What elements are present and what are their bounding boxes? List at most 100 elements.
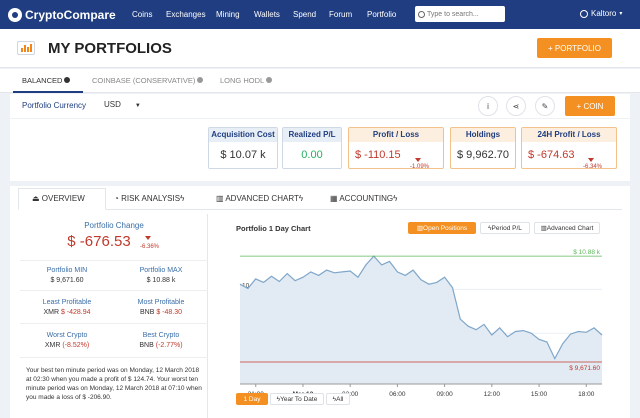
info-icon: i	[487, 101, 489, 111]
x-tick-label: 18:00	[578, 391, 595, 398]
currency-bar: Portfolio Currency USD ▼ i ⋖ ✎ + COIN	[10, 94, 630, 118]
day-label: 24H Profit / Loss	[522, 128, 616, 142]
period-pl-button[interactable]: ϟ Period P/L	[480, 222, 530, 234]
advanced-chart-button[interactable]: ▥ Advanced Chart	[534, 222, 600, 234]
coin-symbol: XMR	[44, 342, 61, 349]
range-1-day-button[interactable]: 1 Day	[236, 393, 268, 405]
most-profitable-value: BNB $ -48.30	[114, 309, 208, 316]
bolt-icon: ϟ	[298, 194, 304, 203]
share-button[interactable]: ⋖	[506, 96, 526, 116]
nav-exchanges[interactable]: Exchanges	[166, 10, 206, 19]
active-tab-indicator	[13, 91, 83, 93]
nav-coins[interactable]: Coins	[132, 10, 152, 19]
chart-panel: Portfolio 1 Day Chart ▥ Open Positions ϟ…	[226, 214, 630, 418]
pie-icon: ◔	[114, 194, 122, 203]
portfolio-min-label: Portfolio MIN	[46, 267, 88, 274]
portfolio-max-label: Portfolio MAX	[139, 267, 183, 274]
profit-pct: -1.09%	[409, 164, 429, 170]
globe-icon	[64, 77, 71, 83]
globe-icon	[197, 77, 204, 83]
divider	[20, 290, 208, 291]
table-icon: ▦	[330, 194, 340, 203]
min-label: $ 9,671.60	[569, 365, 600, 372]
add-coin-button[interactable]: + COIN	[565, 96, 615, 116]
tab-long-hodl[interactable]: LONG HODL	[220, 76, 273, 85]
percent: (-8.52%)	[62, 342, 90, 349]
range-ytd-button[interactable]: ϟ Year To Date	[270, 393, 324, 405]
tab-label: RISK ANALYSIS	[121, 194, 181, 203]
info-button[interactable]: i	[478, 96, 498, 116]
least-profitable-label: Least Profitable	[42, 299, 92, 306]
divider	[20, 357, 208, 358]
nav-forum[interactable]: Forum	[329, 10, 352, 19]
chevron-down-icon: ▾	[619, 11, 623, 17]
holdings-label: Holdings	[451, 128, 515, 142]
nav-mining[interactable]: Mining	[216, 10, 240, 19]
open-positions-button[interactable]: ▥ Open Positions	[408, 222, 476, 234]
nav-wallets[interactable]: Wallets	[254, 10, 280, 19]
portfolio-tabs: BALANCED COINBASE (CONSERVATIVE) LONG HO…	[0, 69, 640, 93]
profit-label: Profit / Loss	[349, 128, 443, 142]
realized-label: Realized P/L	[283, 128, 341, 142]
tab-advanced-chart[interactable]: ▥ ADVANCED CHARTϟ	[216, 194, 303, 203]
search-icon	[418, 10, 425, 18]
day-pct: -6.34%	[582, 164, 602, 170]
portfolio-max-value: $ 10.88 k	[146, 277, 176, 284]
currency-value: USD	[104, 100, 121, 109]
nav-portfolio[interactable]: Portfolio	[367, 10, 396, 19]
tab-coinbase[interactable]: COINBASE (CONSERVATIVE)	[92, 76, 204, 85]
realized-value: 0.00	[301, 149, 323, 161]
edit-button[interactable]: ✎	[535, 96, 555, 116]
search-box[interactable]	[415, 6, 505, 22]
overview-panel: Portfolio Change $ -676.53 -6.36% Portfo…	[20, 214, 208, 418]
button-label: Open Positions	[423, 224, 468, 232]
divider	[20, 323, 208, 324]
nav-spend[interactable]: Spend	[293, 10, 316, 19]
globe-icon	[266, 77, 273, 83]
button-label: Year To Date	[280, 395, 318, 403]
currency-select[interactable]: USD ▼	[104, 100, 141, 109]
username: Kaltoro	[591, 9, 617, 18]
range-all-button[interactable]: ϟ All	[326, 393, 350, 405]
acquisition-card: Acquisition Cost $ 10.07 k	[208, 127, 278, 169]
tab-overview[interactable]: ⏏ OVERVIEW	[32, 194, 85, 203]
user-menu[interactable]: Kaltoro ▾	[580, 9, 622, 18]
percent: (-2.77%)	[155, 342, 183, 349]
tab-label: ADVANCED CHART	[225, 194, 299, 203]
day-value: $ -674.63	[528, 149, 575, 161]
tab-balanced[interactable]: BALANCED	[22, 76, 71, 85]
profit-card: Profit / Loss $ -110.15 -1.09%	[348, 127, 444, 170]
best-crypto-value: BNB (-2.77%)	[114, 342, 208, 349]
coin-symbol: BNB	[139, 342, 154, 349]
share-icon: ⋖	[512, 101, 520, 111]
amount: $ -428.94	[60, 309, 91, 316]
summary-note: Your best ten minute period was on Monda…	[26, 367, 202, 401]
realized-card: Realized P/L 0.00	[282, 127, 342, 169]
tab-label: LONG HODL	[220, 76, 265, 85]
button-label: Advanced Chart	[546, 224, 594, 232]
add-portfolio-button[interactable]: + PORTFOLIO	[537, 38, 612, 58]
portfolio-chart: 9,50010,00010,500$ 10.88 k$ 9,671.6021:0…	[239, 249, 603, 398]
portfolio-min-value: $ 9,671.60	[50, 277, 84, 284]
chevron-down-icon: ▼	[134, 103, 141, 109]
portfolio-change-pct: -6.36%	[140, 244, 160, 250]
button-label: All	[336, 395, 344, 403]
search-input[interactable]	[427, 10, 499, 18]
x-tick-label: 06:00	[389, 391, 406, 398]
tab-label: BALANCED	[22, 76, 63, 85]
tab-accounting[interactable]: ▦ ACCOUNTINGϟ	[330, 194, 397, 203]
bar-chart-icon: ▥	[216, 194, 226, 203]
logo[interactable]: CryptoCompare	[8, 8, 116, 22]
worst-crypto-label: Worst Crypto	[46, 332, 88, 339]
summary-panel: Acquisition Cost $ 10.07 k Realized P/L …	[10, 119, 630, 181]
amount: $ -48.30	[156, 309, 183, 316]
down-arrow-icon	[145, 236, 151, 240]
acquisition-value: $ 10.07 k	[220, 149, 266, 161]
tab-label: OVERVIEW	[41, 194, 85, 203]
portfolio-chart-icon	[17, 41, 35, 55]
tab-risk-analysis[interactable]: ◔ RISK ANALYSISϟ	[114, 194, 184, 203]
x-tick-label: 09:00	[436, 391, 453, 398]
down-arrow-icon	[588, 158, 594, 162]
x-tick-label: 12:00	[484, 391, 501, 398]
currency-label: Portfolio Currency	[22, 101, 87, 110]
